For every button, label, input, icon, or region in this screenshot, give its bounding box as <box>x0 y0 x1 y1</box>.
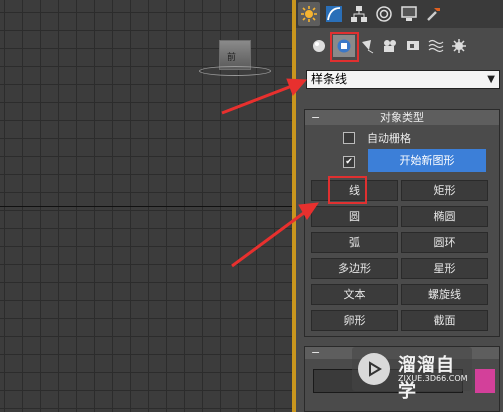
auto-grid-row[interactable]: 自动栅格 <box>343 130 411 146</box>
object-type-button[interactable]: 弧 <box>311 232 398 253</box>
category-geometry[interactable] <box>308 35 330 57</box>
geometry-icon <box>313 40 325 52</box>
object-type-button[interactable]: 螺旋线 <box>401 284 488 305</box>
utilities-icon <box>427 8 440 21</box>
object-type-button[interactable]: 圆 <box>311 206 398 227</box>
lights-icon <box>362 40 374 54</box>
category-helpers[interactable] <box>402 35 424 57</box>
motion-icon <box>376 6 392 22</box>
object-color-swatch[interactable] <box>475 369 495 393</box>
category-space-warps[interactable] <box>425 35 447 57</box>
object-type-rollout: − 对象类型 自动栅格 ✔ 开始新图形 线矩形圆椭圆弧圆环 多边形 星形 文本 螺旋线卵… <box>304 109 500 337</box>
start-new-shape-row[interactable]: ✔ <box>343 156 367 168</box>
object-type-button[interactable]: 截面 <box>401 310 488 331</box>
category-lights[interactable] <box>356 35 378 57</box>
display-icon <box>401 6 417 21</box>
view-cube-label: 前 <box>227 53 237 63</box>
create-icon <box>301 6 317 22</box>
tab-create[interactable] <box>298 2 320 26</box>
watermark: 溜溜自学 ZIXUE.3D66.COM <box>352 347 472 402</box>
annotation-box-line <box>328 176 367 204</box>
object-type-button[interactable]: 圆环 <box>401 232 488 253</box>
shape-type-value: 样条线 <box>311 72 348 86</box>
object-type-button[interactable]: 矩形 <box>401 180 488 201</box>
command-panel-tabs <box>296 0 503 28</box>
collapse-icon: − <box>311 111 321 124</box>
space-warps-icon <box>428 39 444 53</box>
auto-grid-label: 自动栅格 <box>367 132 411 145</box>
category-cameras[interactable] <box>379 35 401 57</box>
object-type-title: 对象类型 <box>380 111 424 124</box>
object-type-button[interactable]: 星形 <box>401 258 488 279</box>
view-cube-ring[interactable] <box>199 66 271 76</box>
watermark-url: ZIXUE.3D66.COM <box>398 374 468 383</box>
auto-grid-checkbox[interactable] <box>343 132 355 144</box>
chevron-down-icon: ▼ <box>487 74 495 85</box>
tab-motion[interactable] <box>373 2 395 26</box>
axis-line <box>0 206 292 207</box>
cameras-icon <box>384 40 396 52</box>
object-type-button[interactable]: 文本 <box>311 284 398 305</box>
start-new-shape-button[interactable]: 开始新图形 <box>368 149 486 172</box>
object-type-button[interactable]: 椭圆 <box>401 206 488 227</box>
object-type-button[interactable]: 卵形 <box>311 310 398 331</box>
start-new-shape-checkbox[interactable]: ✔ <box>343 156 355 168</box>
object-type-button[interactable]: 多边形 <box>311 258 398 279</box>
play-logo-icon <box>358 353 390 385</box>
tab-utilities[interactable] <box>423 2 445 26</box>
shape-type-dropdown[interactable]: 样条线 ▼ <box>306 70 500 89</box>
tab-hierarchy[interactable] <box>348 2 370 26</box>
systems-icon <box>452 39 466 53</box>
tab-display[interactable] <box>398 2 420 26</box>
hierarchy-icon <box>351 6 367 22</box>
viewport[interactable]: 前 <box>0 0 292 412</box>
category-row <box>296 32 503 60</box>
helpers-icon <box>407 41 419 50</box>
tab-modify[interactable] <box>323 2 345 26</box>
category-systems[interactable] <box>448 35 470 57</box>
annotation-box-shapes <box>330 32 359 62</box>
object-type-header[interactable]: − 对象类型 <box>305 110 499 125</box>
modify-icon <box>326 6 342 22</box>
